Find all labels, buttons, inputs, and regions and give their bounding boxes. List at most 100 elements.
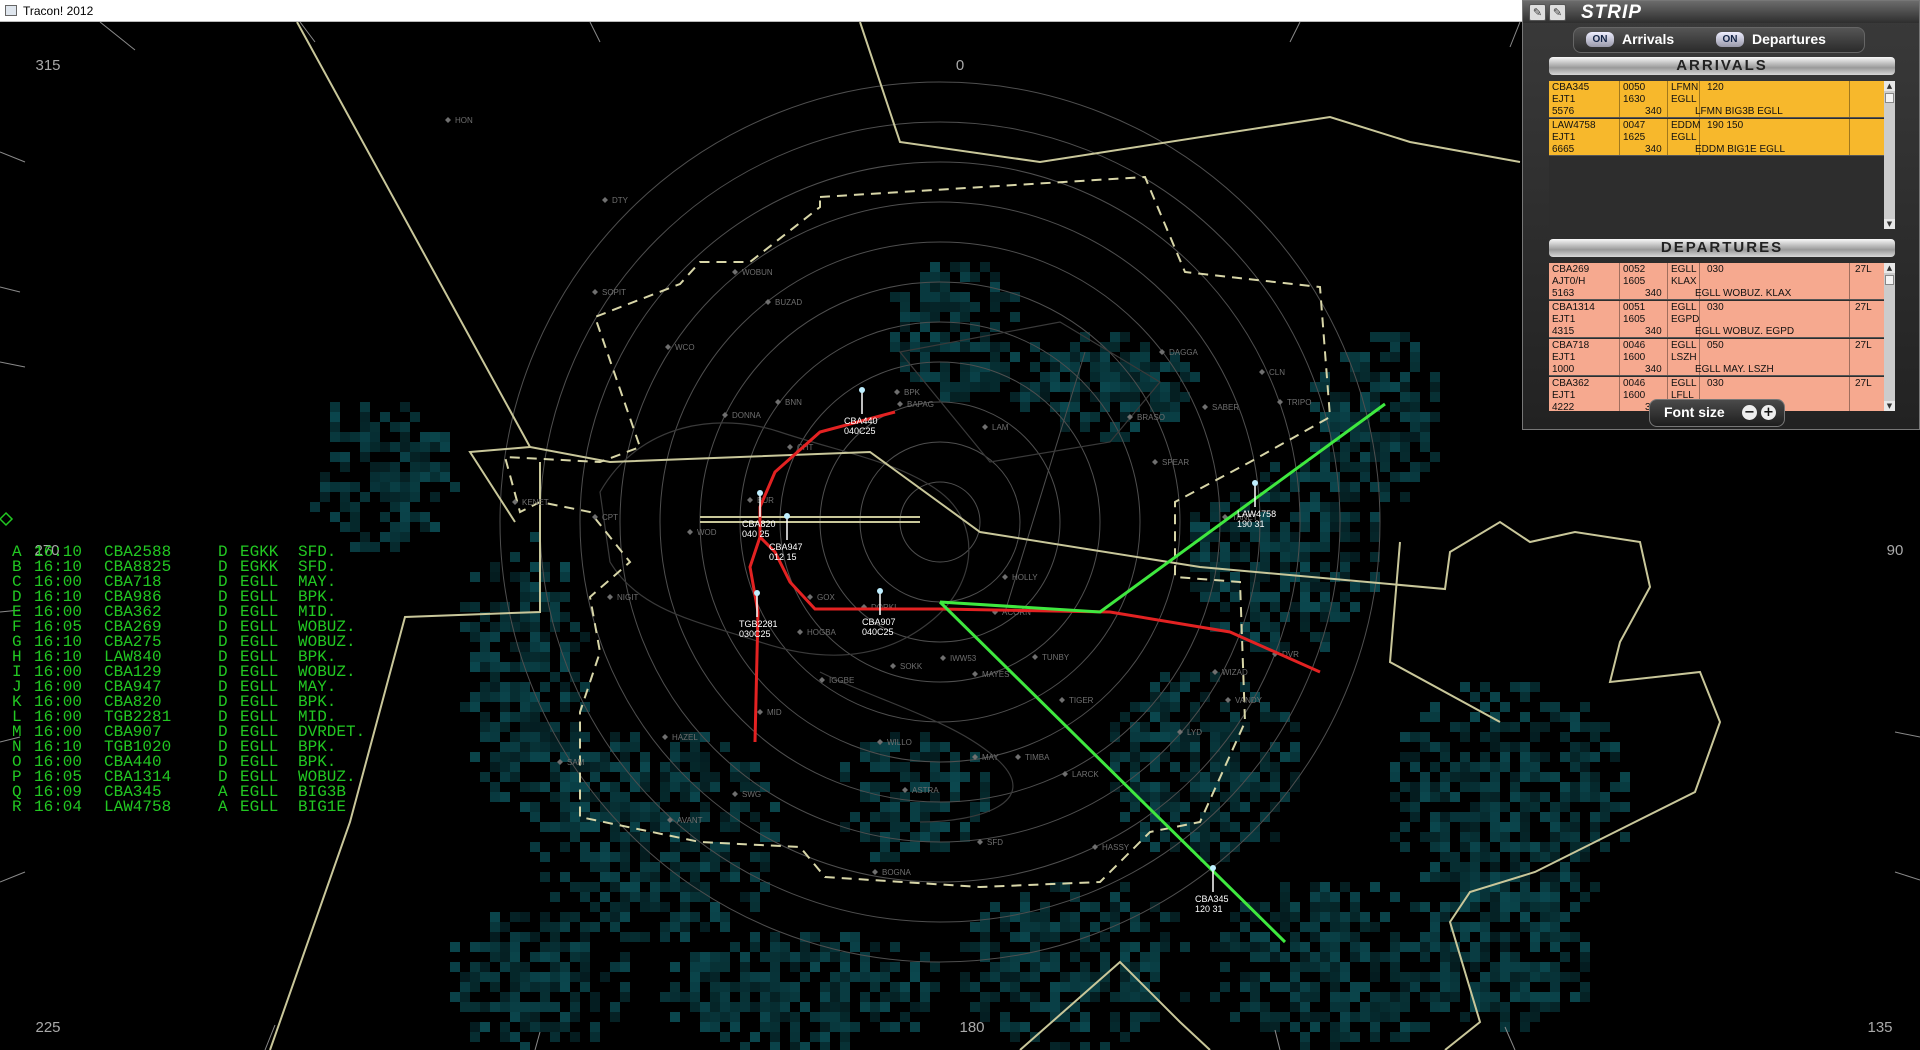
weather-cell [440,472,450,482]
weather-cell [1200,832,1210,842]
arrivals-list[interactable]: ▲ ▼ CBA345 EJT1 5576 0050 1630 340 LFMN EGLL 120… [1549,81,1895,229]
departure-strip[interactable]: CBA269 AJT0/H 5163 0052 1605 340 EGLL KLAX 030 EG… [1549,263,1884,300]
waypoint-icon [445,117,451,123]
aircraft-blip-icon[interactable] [784,513,790,519]
weather-cell [480,682,490,692]
font-size-decrease-button[interactable]: − [1742,405,1757,420]
weather-cell [1190,372,1200,382]
weather-cell [1520,992,1530,1002]
weather-cell [930,332,940,342]
weather-cell [420,512,430,522]
weather-cell [920,812,930,822]
weather-cell [1190,792,1200,802]
weather-cell [1290,902,1300,912]
weather-cell [1310,1012,1320,1022]
weather-cell [410,452,420,462]
edit-icon[interactable]: ✎ [1549,4,1566,21]
arrivals-scrollbar[interactable]: ▲ ▼ [1884,81,1895,229]
weather-cell [1120,752,1130,762]
scroll-thumb[interactable] [1885,93,1894,103]
departures-scrollbar[interactable]: ▲ ▼ [1884,263,1895,411]
weather-cell [1070,1022,1080,1032]
weather-cell [1550,942,1560,952]
weather-cell [1390,932,1400,942]
weather-cell [760,1022,770,1032]
weather-cell [710,952,720,962]
weather-cell [530,842,540,852]
aircraft-blip-icon[interactable] [1252,480,1258,486]
strip-aircraft-type: EJT1 [1552,314,1576,325]
scroll-thumb[interactable] [1885,275,1894,285]
weather-cell [1270,532,1280,542]
weather-cell [930,302,940,312]
weather-cell [1160,712,1170,722]
weather-cell [880,752,890,762]
weather-cell [1490,1002,1500,1012]
waypoint-icon [1015,754,1021,760]
arrival-strip[interactable]: CBA345 EJT1 5576 0050 1630 340 LFMN EGLL 120 LFMN… [1549,81,1884,118]
weather-cell [780,992,790,1002]
aircraft-blip-icon[interactable] [877,588,883,594]
weather-cell [470,752,480,762]
font-size-increase-button[interactable]: + [1761,405,1776,420]
weather-cell [520,642,530,652]
weather-cell [510,932,520,942]
aircraft-blip-icon[interactable] [757,490,763,496]
weather-cell [1310,992,1320,1002]
strip-divider [1667,119,1668,155]
flight-list-key: R [12,798,22,816]
weather-cell [1560,752,1570,762]
weather-cell [980,1002,990,1012]
aircraft-blip-icon[interactable] [859,387,865,393]
weather-cell [1320,472,1330,482]
weather-cell [1570,872,1580,882]
weather-cell [1190,772,1200,782]
weather-cell [1420,972,1430,982]
weather-cell [1230,752,1240,762]
waypoint: GOX [807,593,835,602]
aircraft-blip-icon[interactable] [1210,865,1216,871]
weather-cell [1090,372,1100,382]
weather-cell [980,992,990,1002]
weather-cell [1420,772,1430,782]
scroll-down-icon[interactable]: ▼ [1884,401,1895,411]
weather-cell [850,812,860,822]
weather-cell [540,682,550,692]
weather-cell [520,932,530,942]
strip-altitude: 340 [1645,144,1662,155]
departures-list[interactable]: ▲ ▼ CBA269 AJT0/H 5163 0052 1605 340 EGLL KLAX 0… [1549,263,1895,411]
weather-cell [1140,722,1150,732]
weather-cell [1200,772,1210,782]
weather-cell [1340,1022,1350,1032]
aircraft-target[interactable]: CBA907040C25 [862,588,896,637]
weather-cell [500,742,510,752]
departure-strip[interactable]: CBA1314 EJT1 4315 0051 1605 340 EGLL EGPD 030 EGL… [1549,301,1884,338]
weather-cell [1040,932,1050,942]
arrival-strip[interactable]: LAW4758 EJT1 6665 0047 1625 340 EDDM EGLL 190 15… [1549,119,1884,156]
weather-cell [1230,712,1240,722]
weather-cell [1410,462,1420,472]
flight-list-row[interactable]: R 16:04 LAW4758 A EGLL BIG1E [12,798,346,816]
departure-strip[interactable]: CBA718 EJT1 1000 0046 1600 340 EGLL LSZH 050 EGLL… [1549,339,1884,376]
flight-list[interactable]: A 16:10 CBA2588 D EGKK SFD.B 16:10 CBA8825 D EGKK… [12,543,365,816]
strip-panel-header: ✎ ✎ STRIP [1523,1,1919,23]
weather-cell [720,872,730,882]
departures-toggle[interactable]: ON [1716,32,1744,47]
weather-cell [1570,722,1580,732]
scroll-up-icon[interactable]: ▲ [1884,81,1895,91]
pin-icon[interactable]: ✎ [1529,4,1546,21]
aircraft-blip-icon[interactable] [754,590,760,596]
weather-cell [670,912,680,922]
aircraft-target[interactable]: CBA345120 31 [1195,865,1229,914]
arrivals-toggle[interactable]: ON [1586,32,1614,47]
scroll-down-icon[interactable]: ▼ [1884,219,1895,229]
weather-cell [1390,992,1400,1002]
weather-cell [920,982,930,992]
weather-cell [710,982,720,992]
weather-cell [1110,722,1120,732]
scroll-up-icon[interactable]: ▲ [1884,263,1895,273]
weather-cell [470,702,480,712]
aircraft-target[interactable]: CBA440040C25 [844,387,878,436]
weather-cell [1520,922,1530,932]
weather-cell [1150,712,1160,722]
